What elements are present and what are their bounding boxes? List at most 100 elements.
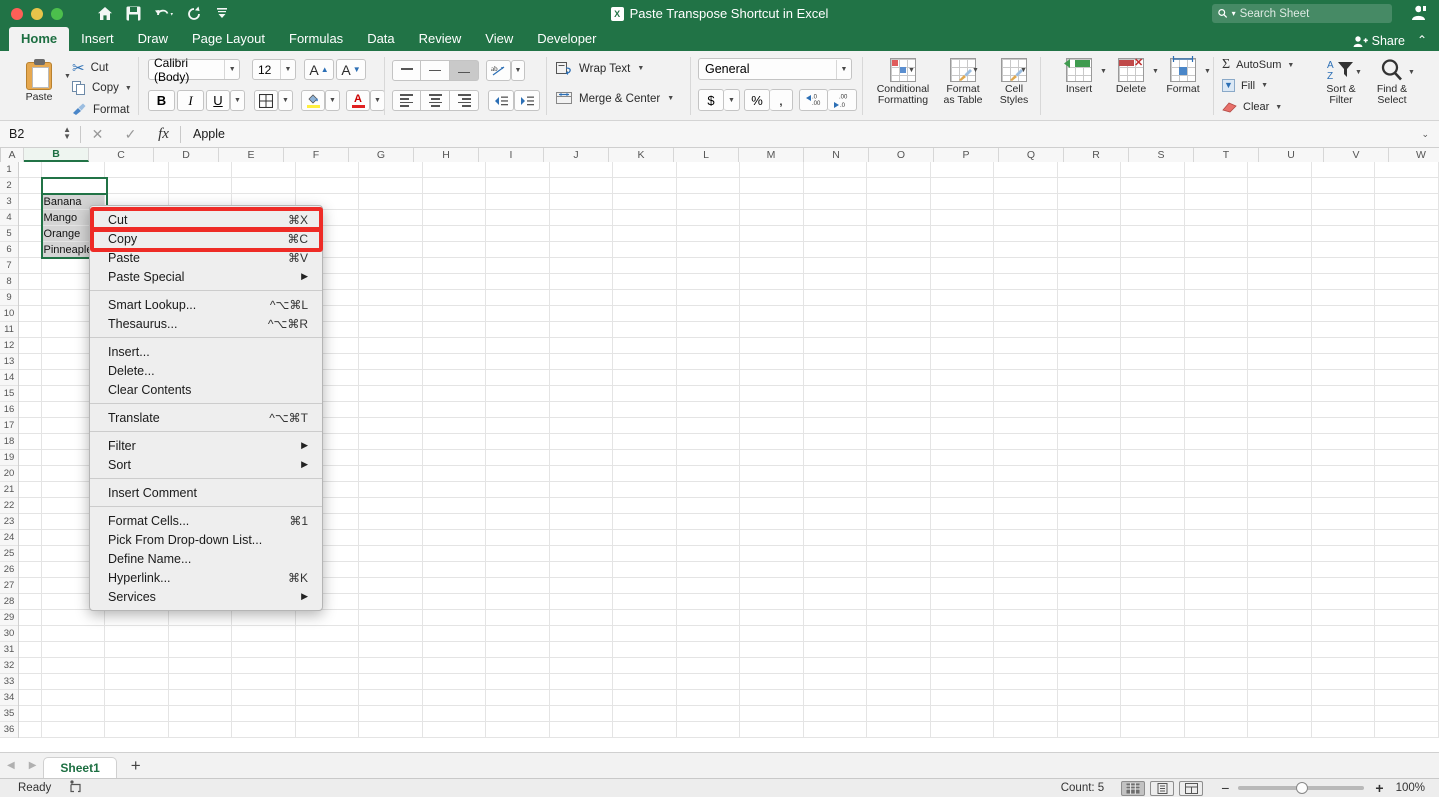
cell-L8[interactable] [677, 274, 741, 290]
cell-U26[interactable] [1248, 562, 1312, 578]
cell-A29[interactable] [19, 610, 42, 626]
cell-M2[interactable] [740, 178, 804, 194]
row-header-23[interactable]: 23 [0, 514, 18, 530]
cell-T29[interactable] [1185, 610, 1249, 626]
cell-O26[interactable] [867, 562, 931, 578]
cell-D30[interactable] [169, 626, 233, 642]
font-size-box[interactable]: 12 ▼ [252, 59, 296, 80]
format-as-table-button[interactable]: Formatas Table [935, 58, 991, 106]
cell-S2[interactable] [1121, 178, 1185, 194]
column-header-r[interactable]: R [1064, 148, 1129, 162]
cell-Q35[interactable] [994, 706, 1058, 722]
cell-M12[interactable] [740, 338, 804, 354]
menu-item-insert-comment[interactable]: Insert Comment [90, 483, 322, 502]
cell-O33[interactable] [867, 674, 931, 690]
cell-Q29[interactable] [994, 610, 1058, 626]
cell-M32[interactable] [740, 658, 804, 674]
cell-T6[interactable] [1185, 242, 1249, 258]
cell-L2[interactable] [677, 178, 741, 194]
menu-item-copy[interactable]: Copy⌘C [90, 229, 322, 248]
cell-N33[interactable] [804, 674, 868, 690]
cell-B32[interactable] [42, 658, 106, 674]
cell-H17[interactable] [423, 418, 487, 434]
cell-W4[interactable] [1375, 210, 1439, 226]
find-select-button[interactable]: Find &Select [1368, 58, 1416, 106]
row-header-30[interactable]: 30 [0, 626, 18, 642]
cell-Q2[interactable] [994, 178, 1058, 194]
cell-H21[interactable] [423, 482, 487, 498]
copy-button[interactable]: Copy ▼ [72, 81, 132, 95]
cell-L21[interactable] [677, 482, 741, 498]
row-header-21[interactable]: 21 [0, 482, 18, 498]
cell-P3[interactable] [931, 194, 995, 210]
format-cells-button[interactable]: Format [1156, 58, 1210, 95]
cell-N19[interactable] [804, 450, 868, 466]
cell-O18[interactable] [867, 434, 931, 450]
cell-M19[interactable] [740, 450, 804, 466]
cell-L23[interactable] [677, 514, 741, 530]
column-header-b[interactable]: B [24, 148, 89, 162]
cell-I35[interactable] [486, 706, 550, 722]
cell-S23[interactable] [1121, 514, 1185, 530]
cell-B30[interactable] [42, 626, 106, 642]
cell-R8[interactable] [1058, 274, 1122, 290]
cell-P21[interactable] [931, 482, 995, 498]
cell-G33[interactable] [359, 674, 423, 690]
cell-A10[interactable] [19, 306, 42, 322]
cell-V18[interactable] [1312, 434, 1376, 450]
cell-V17[interactable] [1312, 418, 1376, 434]
cell-J27[interactable] [550, 578, 614, 594]
cell-L4[interactable] [677, 210, 741, 226]
menu-item-sort[interactable]: Sort▶ [90, 455, 322, 474]
tab-home[interactable]: Home [9, 27, 69, 51]
cell-H2[interactable] [423, 178, 487, 194]
column-header-v[interactable]: V [1324, 148, 1389, 162]
cell-U3[interactable] [1248, 194, 1312, 210]
autosum-dropdown-icon[interactable]: ▼ [1287, 62, 1294, 69]
cell-K14[interactable] [613, 370, 677, 386]
merge-center-dropdown-icon[interactable]: ▼ [667, 95, 674, 102]
cell-I29[interactable] [486, 610, 550, 626]
wrap-text-dropdown-icon[interactable]: ▼ [637, 65, 644, 72]
cell-G34[interactable] [359, 690, 423, 706]
cell-A6[interactable] [19, 242, 42, 258]
cell-E32[interactable] [232, 658, 296, 674]
cell-V24[interactable] [1312, 530, 1376, 546]
row-header-36[interactable]: 36 [0, 722, 18, 738]
menu-item-pick-from-drop-down-list[interactable]: Pick From Drop-down List... [90, 530, 322, 549]
align-right-button[interactable] [450, 90, 479, 111]
cell-U14[interactable] [1248, 370, 1312, 386]
cell-G13[interactable] [359, 354, 423, 370]
cell-S7[interactable] [1121, 258, 1185, 274]
cell-U2[interactable] [1248, 178, 1312, 194]
cell-L17[interactable] [677, 418, 741, 434]
cell-U32[interactable] [1248, 658, 1312, 674]
cell-R34[interactable] [1058, 690, 1122, 706]
cell-Q5[interactable] [994, 226, 1058, 242]
cell-N35[interactable] [804, 706, 868, 722]
cell-K13[interactable] [613, 354, 677, 370]
column-header-j[interactable]: J [544, 148, 609, 162]
increase-font-size-button[interactable]: A ▲ [304, 59, 334, 80]
cell-S36[interactable] [1121, 722, 1185, 738]
cell-Q26[interactable] [994, 562, 1058, 578]
cell-S25[interactable] [1121, 546, 1185, 562]
cell-W8[interactable] [1375, 274, 1439, 290]
cell-R31[interactable] [1058, 642, 1122, 658]
cell-U28[interactable] [1248, 594, 1312, 610]
cell-H36[interactable] [423, 722, 487, 738]
cell-H25[interactable] [423, 546, 487, 562]
underline-dropdown-button[interactable]: ▼ [230, 90, 245, 111]
cell-T36[interactable] [1185, 722, 1249, 738]
cell-W17[interactable] [1375, 418, 1439, 434]
cell-T30[interactable] [1185, 626, 1249, 642]
cell-L34[interactable] [677, 690, 741, 706]
cell-A18[interactable] [19, 434, 42, 450]
menu-item-clear-contents[interactable]: Clear Contents [90, 380, 322, 399]
cell-N9[interactable] [804, 290, 868, 306]
cell-K36[interactable] [613, 722, 677, 738]
row-header-25[interactable]: 25 [0, 546, 18, 562]
cell-Q14[interactable] [994, 370, 1058, 386]
currency-button[interactable]: $ [698, 89, 724, 111]
cell-I28[interactable] [486, 594, 550, 610]
